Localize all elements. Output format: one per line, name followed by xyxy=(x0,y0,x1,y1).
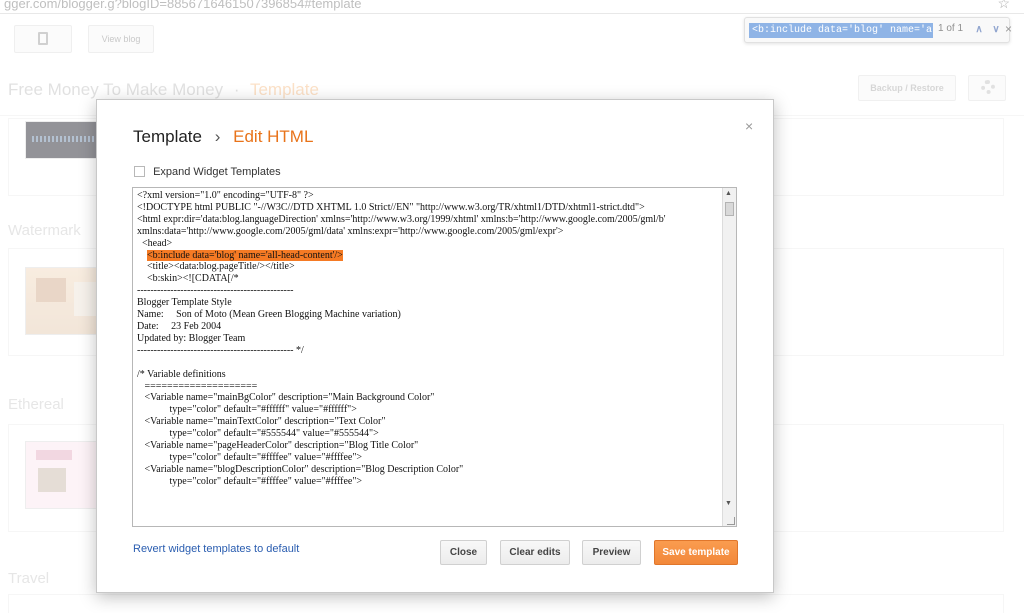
search-highlight: <b:include data='blog' name='all-head-co… xyxy=(147,249,343,261)
code-line[interactable]: type="color" default="#ffffee" value="#f… xyxy=(137,476,719,488)
code-line[interactable]: ----------------------------------------… xyxy=(137,285,719,297)
code-line[interactable]: ----------------------------------------… xyxy=(137,345,719,357)
scrollbar-thumb[interactable] xyxy=(725,202,734,216)
dialog-title: Template › Edit HTML xyxy=(133,127,313,147)
code-line[interactable]: <Variable name="mainBgColor" description… xyxy=(137,392,719,404)
code-line[interactable]: type="color" default="#ffffee" value="#f… xyxy=(137,452,719,464)
close-icon[interactable]: × xyxy=(745,118,753,134)
code-line[interactable]: <Variable name="blogDescriptionColor" de… xyxy=(137,464,719,476)
code-line[interactable]: <b:include data='blog' name='all-head-co… xyxy=(137,249,719,262)
code-line[interactable] xyxy=(137,357,719,369)
code-line[interactable]: Date: 23 Feb 2004 xyxy=(137,321,719,333)
code-line[interactable]: <?xml version="1.0" encoding="UTF-8" ?> xyxy=(137,190,719,202)
preview-button[interactable]: Preview xyxy=(582,540,641,565)
save-template-button[interactable]: Save template xyxy=(654,540,738,565)
expand-widget-templates[interactable]: Expand Widget Templates xyxy=(134,166,281,178)
close-button[interactable]: Close xyxy=(440,540,487,565)
code-line[interactable]: Blogger Template Style xyxy=(137,297,719,309)
expand-widget-templates-label: Expand Widget Templates xyxy=(153,166,281,178)
scroll-up-icon[interactable]: ▲ xyxy=(725,190,732,197)
resize-handle-icon[interactable] xyxy=(727,517,735,525)
edit-html-dialog: × Template › Edit HTML Expand Widget Tem… xyxy=(96,99,774,593)
code-line[interactable]: <Variable name="pageHeaderColor" descrip… xyxy=(137,440,719,452)
revert-widget-templates-link[interactable]: Revert widget templates to default xyxy=(133,543,299,555)
code-line[interactable]: <b:skin><![CDATA[/* xyxy=(137,273,719,285)
code-line[interactable]: <title><data:blog.pageTitle/></title> xyxy=(137,261,719,273)
code-text[interactable]: <?xml version="1.0" encoding="UTF-8" ?> <… xyxy=(137,190,719,524)
code-line[interactable]: type="color" default="#ffffff" value="#f… xyxy=(137,404,719,416)
code-line[interactable]: ==================== xyxy=(137,381,719,393)
dialog-title-sub: Edit HTML xyxy=(233,127,314,146)
chevron-right-icon: › xyxy=(214,127,221,146)
dialog-title-main: Template xyxy=(133,127,202,146)
expand-widget-templates-checkbox[interactable] xyxy=(134,166,145,177)
code-line[interactable]: <html expr:dir='data:blog.languageDirect… xyxy=(137,214,719,226)
code-line[interactable]: <!DOCTYPE html PUBLIC "-//W3C//DTD XHTML… xyxy=(137,202,719,214)
code-line[interactable]: Name: Son of Moto (Mean Green Blogging M… xyxy=(137,309,719,321)
html-code-editor[interactable]: <?xml version="1.0" encoding="UTF-8" ?> <… xyxy=(132,187,737,527)
code-line[interactable]: xmlns:data='http://www.google.com/2005/g… xyxy=(137,226,719,238)
code-line[interactable]: <Variable name="mainTextColor" descripti… xyxy=(137,416,719,428)
clear-edits-button[interactable]: Clear edits xyxy=(500,540,570,565)
code-line[interactable]: type="color" default="#555544" value="#5… xyxy=(137,428,719,440)
editor-scrollbar[interactable]: ▲ ▼ xyxy=(722,188,736,526)
code-line[interactable]: <head> xyxy=(137,238,719,250)
code-line[interactable]: /* Variable definitions xyxy=(137,369,719,381)
scroll-down-icon[interactable]: ▼ xyxy=(725,500,732,507)
code-line[interactable]: Updated by: Blogger Team xyxy=(137,333,719,345)
